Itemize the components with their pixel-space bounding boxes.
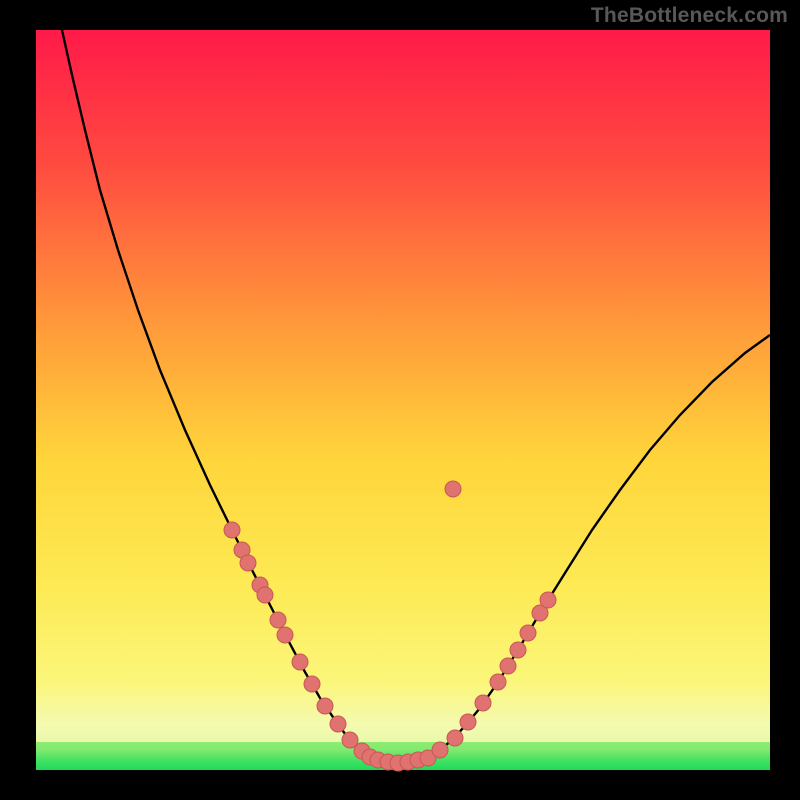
data-marker bbox=[317, 698, 333, 714]
data-marker bbox=[520, 625, 536, 641]
data-marker bbox=[277, 627, 293, 643]
chart-svg bbox=[0, 0, 800, 800]
data-marker bbox=[304, 676, 320, 692]
data-marker bbox=[510, 642, 526, 658]
data-marker bbox=[490, 674, 506, 690]
chart-frame: { "watermark": "TheBottleneck.com", "col… bbox=[0, 0, 800, 800]
data-marker bbox=[475, 695, 491, 711]
data-marker bbox=[540, 592, 556, 608]
data-marker bbox=[224, 522, 240, 538]
watermark-text: TheBottleneck.com bbox=[591, 4, 788, 28]
data-marker bbox=[447, 730, 463, 746]
data-marker bbox=[270, 612, 286, 628]
data-marker bbox=[330, 716, 346, 732]
data-marker bbox=[432, 742, 448, 758]
data-marker bbox=[500, 658, 516, 674]
data-marker bbox=[460, 714, 476, 730]
data-marker bbox=[257, 587, 273, 603]
data-marker bbox=[240, 555, 256, 571]
data-marker bbox=[445, 481, 461, 497]
plot-background bbox=[36, 30, 770, 770]
data-marker bbox=[292, 654, 308, 670]
